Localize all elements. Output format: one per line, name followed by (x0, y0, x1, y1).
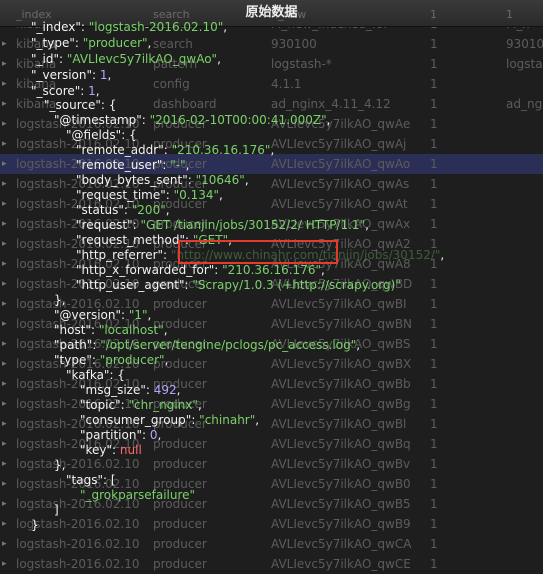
expand-row-icon[interactable]: ▸ (2, 554, 12, 574)
json-line-x-forwarded-for: "http_x_forwarded_for": "210.36.16.176", (76, 263, 325, 277)
json-line-body-bytes-sent: "body_bytes_sent": "10646", (76, 173, 249, 187)
json-line-topic: "topic": "chr_nginx", (80, 398, 202, 412)
table-cell: AVLIevc5y7ilkAO_qwCE (271, 557, 411, 571)
json-line-user-agent: "http_user_agent": "Scrapy/1.0.3 (+http:… (76, 278, 401, 292)
json-line-msg-size: "msg_size": 492, (80, 383, 181, 397)
json-line-remote-addr: "remote_addr": "210.36.16.176", (76, 143, 275, 157)
table-cell: logstash-2016.02.10 (16, 557, 140, 571)
json-line-request-time: "request_time": "0.134", (76, 188, 223, 202)
json-line-id: "_id": "AVLIevc5y7ilkAO_qwAo", (31, 52, 221, 66)
json-line-index: "_index": "logstash-2016.02.10", (31, 20, 228, 34)
json-line-request: "request": "GET /tianjin/jobs/30152/2/ H… (76, 218, 369, 232)
json-line-host: "host": "localhost", (54, 323, 168, 337)
raw-json-view: "_index": "logstash-2016.02.10", "_type"… (0, 0, 543, 543)
json-line-status: "status": "200", (76, 203, 170, 217)
json-line-partition: "partition": 0, (80, 428, 162, 442)
json-close-source: } (31, 518, 39, 532)
json-line-kafka: "kafka": { (66, 368, 125, 382)
json-line-version: "_version": 1, (31, 68, 112, 82)
json-line-timestamp: "@timestamp": "2016-02-10T00:00:41.000Z"… (54, 113, 331, 127)
json-line-at-version: "@version": "1", (54, 308, 152, 322)
table-cell: 1 (430, 557, 438, 571)
json-line-consumer-group: "consumer_group": "chinahr", (80, 413, 260, 427)
json-line-key: "key": null (80, 443, 142, 457)
json-line-tags-value: "_grokparsefailure" (80, 488, 196, 502)
table-cell: producer (153, 557, 207, 571)
json-close-tags: ] (54, 503, 59, 517)
json-line-fields: "@fields": { (66, 128, 137, 142)
json-line-type: "_type": "producer", (31, 36, 152, 50)
highlight-box (178, 240, 338, 264)
json-close-fields: }, (54, 293, 66, 307)
json-line-tags: "tags": [ (66, 473, 116, 487)
json-line-type: "type": "producer", (54, 353, 169, 367)
json-line-path: "path": "/opt/server/tengine/pclogs/pc_a… (54, 338, 361, 352)
json-close-kafka: }, (54, 458, 66, 472)
json-line-remote-user: "remote_user": "-", (76, 158, 190, 172)
json-line-source: "_source": { (44, 98, 117, 112)
table-row[interactable]: ▸ logstash-2016.02.10 producer AVLIevc5y7il… (0, 554, 543, 574)
